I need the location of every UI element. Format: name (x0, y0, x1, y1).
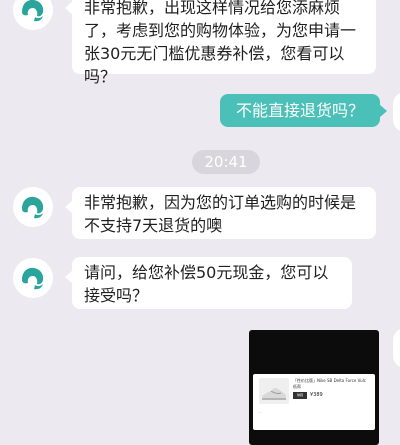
agent-message-bubble[interactable]: 非常抱歉，因为您的订单选购的时候是不支持7天退货的噢 (65, 187, 376, 239)
product-price: ¥389 (310, 392, 323, 398)
timestamp-pill: 20:41 (192, 150, 260, 174)
agent-avatar-icon[interactable] (13, 0, 53, 30)
product-screenshot-card[interactable]: 「性价比版」Nike SB Delta Force Vulc 低帮 球鞋 ¥38… (249, 330, 379, 445)
agent-avatar-icon[interactable] (13, 258, 53, 298)
agent-message-bubble[interactable]: 非常抱歉，出现这样情况给您添麻烦了，考虑到您的购物体验，为您申请一张30元无门槛… (65, 0, 376, 86)
product-thumbnail-image (259, 378, 289, 404)
product-info-panel: 「性价比版」Nike SB Delta Force Vulc 低帮 球鞋 ¥38… (253, 374, 375, 430)
agent-avatar-icon[interactable] (13, 187, 53, 227)
user-avatar[interactable] (393, 328, 400, 368)
agent-message-text: 请问，给您补偿50元现金，您可以接受吗？ (84, 263, 329, 305)
agent-message-bubble[interactable]: 请问，给您补偿50元现金，您可以接受吗？ (65, 257, 352, 309)
product-tag: 球鞋 (293, 392, 307, 399)
user-message-text: 不能直接退货吗？ (235, 101, 364, 120)
agent-message-text: 非常抱歉，因为您的订单选购的时候是不支持7天退货的噢 (84, 193, 357, 235)
user-message-bubble[interactable]: 不能直接退货吗？ (220, 94, 387, 127)
agent-message-text: 非常抱歉，出现这样情况给您添麻烦了，考虑到您的购物体验，为您申请一张30元无门槛… (84, 0, 357, 86)
timestamp-text: 20:41 (204, 153, 248, 171)
product-description: ... (259, 410, 262, 414)
user-avatar[interactable] (393, 92, 400, 132)
product-title: 「性价比版」Nike SB Delta Force Vulc 低帮 (293, 378, 366, 389)
chat-conversation: 非常抱歉，出现这样情况给您添麻烦了，考虑到您的购物体验，为您申请一张30元无门槛… (0, 0, 400, 445)
